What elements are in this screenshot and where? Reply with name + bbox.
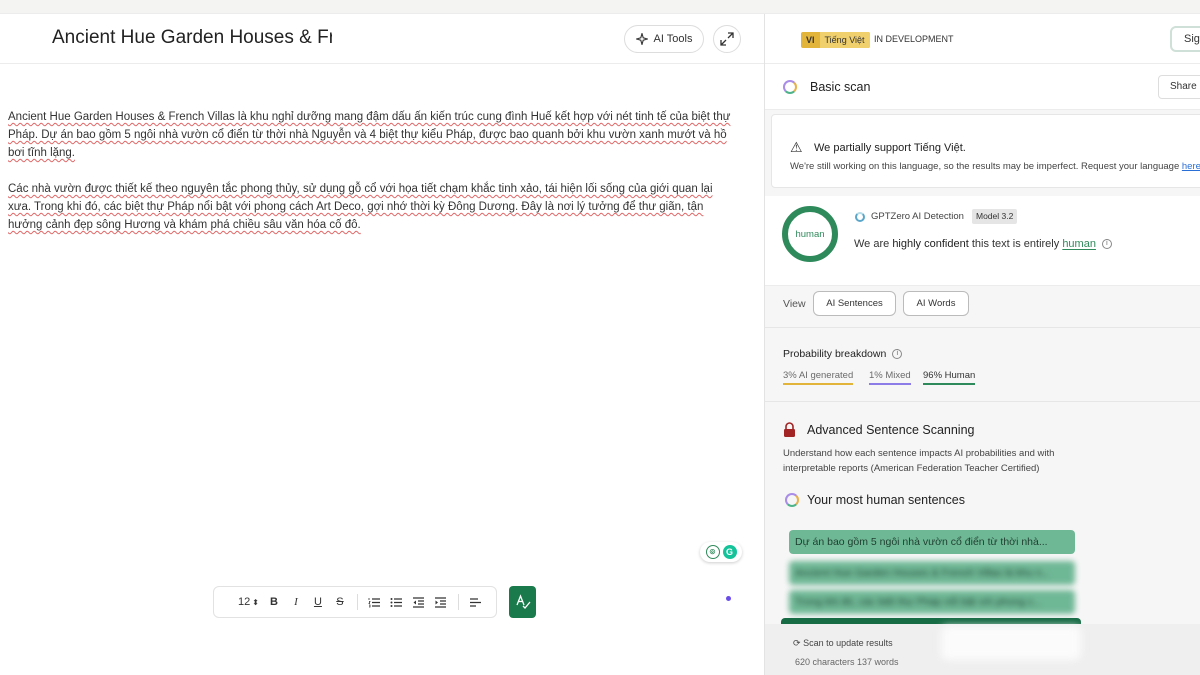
paragraph-1[interactable]: Ancient Hue Garden Houses & French Villa… [8,108,738,162]
toolbar-divider [356,594,358,610]
bold-button[interactable]: B [267,592,281,612]
strikethrough-button[interactable]: S [333,592,347,612]
underline-button[interactable]: U [311,592,325,612]
advanced-title: Advanced Sentence Scanning [807,423,975,437]
spellcheck-button[interactable] [509,586,536,618]
align-left-icon [470,597,482,607]
status-dot [726,596,731,601]
format-toolbar: 12 ⬍ B I U S [213,586,497,618]
align-button[interactable] [469,592,483,612]
detection-result: human GPTZero AI Detection Model 3.2 We … [765,196,1200,286]
language-code: VI [806,35,815,45]
human-sentence-item[interactable]: Ancient Hue Garden Houses & French Villa… [789,561,1075,585]
character-word-count: 620 characters 137 words [795,657,899,667]
grammarly-widget[interactable]: ⌾ G [700,542,742,562]
request-language-link[interactable]: here [1182,161,1200,172]
verdict-text: We are highly confident this text is ent… [854,238,1112,250]
expand-icon [720,32,734,46]
info-icon[interactable]: i [1101,239,1112,250]
toolbar-divider [457,594,459,610]
probability-title: Probability breakdown i [783,348,903,360]
verdict-confidence: highly confident [892,238,969,250]
probability-title-text: Probability breakdown [783,348,887,360]
paragraph-2[interactable]: Các nhà vườn được thiết kế theo nguyên t… [8,180,738,234]
basic-scan-row: Basic scan Share [765,64,1200,110]
ai-tools-label: AI Tools [653,33,693,45]
human-stat[interactable]: 96% Human [923,370,976,385]
warning-title: We partially support Tiếng Việt. [814,142,966,154]
bullet-list-button[interactable] [390,592,404,612]
ai-words-button[interactable]: AI Words [903,291,969,316]
numbered-list-icon [368,597,381,607]
warning-description: We're still working on this language, so… [790,161,1200,172]
ai-sentences-button[interactable]: AI Sentences [813,291,896,316]
grammarly-icon[interactable]: G [722,545,737,559]
warning-text: We're still working on this language, so… [790,161,1182,172]
view-label: View [783,298,806,310]
scan-progress-icon [783,80,797,94]
document-title[interactable]: Ancient Hue Garden Houses & French Villa… [52,27,332,49]
ai-tools-button[interactable]: AI Tools [624,25,704,53]
scan-update-label: Scan to update results [803,638,893,648]
human-sentence-item[interactable]: Trong khi đó, các biệt thự Pháp nổi bật … [789,590,1075,614]
italic-button[interactable]: I [289,592,303,612]
ai-generated-stat[interactable]: 3% AI generated [783,370,854,385]
stepper-icon: ⬍ [252,597,259,607]
info-icon[interactable]: i [892,349,903,360]
footer-blurred-button [941,626,1081,660]
verdict-pre: We are [854,238,893,250]
probability-breakdown: Probability breakdown i 3% AI generated 1… [765,332,1200,402]
scan-title: Basic scan [810,80,871,94]
model-badge: Model 3.2 [972,209,1018,224]
font-size-select[interactable]: 12 ⬍ [238,592,259,612]
view-toggle-row: View AI Sentences AI Words [765,286,1200,328]
spellcheck-icon [515,594,530,609]
human-score-ring: human [782,206,838,262]
language-warning-card: ⚠ We partially support Tiếng Việt. We're… [771,114,1200,188]
browser-top-strip [0,0,1200,14]
location-pin-icon[interactable]: ⌾ [705,545,720,559]
outdent-icon [413,596,425,608]
share-button[interactable]: Share [1158,75,1200,99]
sparkle-icon [635,33,648,45]
scan-update-button[interactable]: ⟳ Scan to update results [793,638,893,649]
editor-pane: Ancient Hue Garden Houses & French Villa… [0,14,764,675]
advanced-description: Understand how each sentence impacts AI … [783,448,1055,474]
detection-panel: VI Tiếng Việt IN DEVELOPMENT Sign Basic … [764,14,1200,675]
detector-name: GPTZero AI Detection [871,211,964,222]
indent-icon [435,596,447,608]
warning-icon: ⚠ [790,139,803,155]
mixed-stat[interactable]: 1% Mixed [869,370,911,385]
human-sentence-item[interactable]: Dự án bao gồm 5 ngôi nhà vườn cổ điển từ… [789,530,1075,554]
sign-in-button[interactable]: Sign [1170,26,1200,52]
human-sentences-icon [785,493,799,507]
most-human-title: Your most human sentences [807,493,965,507]
language-name: Tiếng Việt [819,32,870,48]
gptzero-icon [855,212,865,222]
document-body[interactable]: Ancient Hue Garden Houses & French Villa… [8,108,738,252]
indent-button[interactable] [434,592,448,612]
lock-icon [784,422,795,437]
font-size-value: 12 [238,596,251,608]
outdent-button[interactable] [412,592,426,612]
panel-top-bar: VI Tiếng Việt IN DEVELOPMENT Sign [765,14,1200,64]
language-badge[interactable]: VI Tiếng Việt [801,32,870,48]
verdict-human: human [1062,238,1096,250]
document-header: Ancient Hue Garden Houses & French Villa… [0,14,764,64]
bullet-list-icon [390,597,403,607]
expand-button[interactable] [713,25,741,53]
development-status: IN DEVELOPMENT [874,34,954,44]
numbered-list-button[interactable] [368,592,382,612]
verdict-mid: this text is entirely [968,238,1063,250]
ring-label: human [795,228,825,240]
refresh-icon: ⟳ [793,638,801,648]
panel-footer: ⟳ Scan to update results 620 characters … [765,624,1200,675]
